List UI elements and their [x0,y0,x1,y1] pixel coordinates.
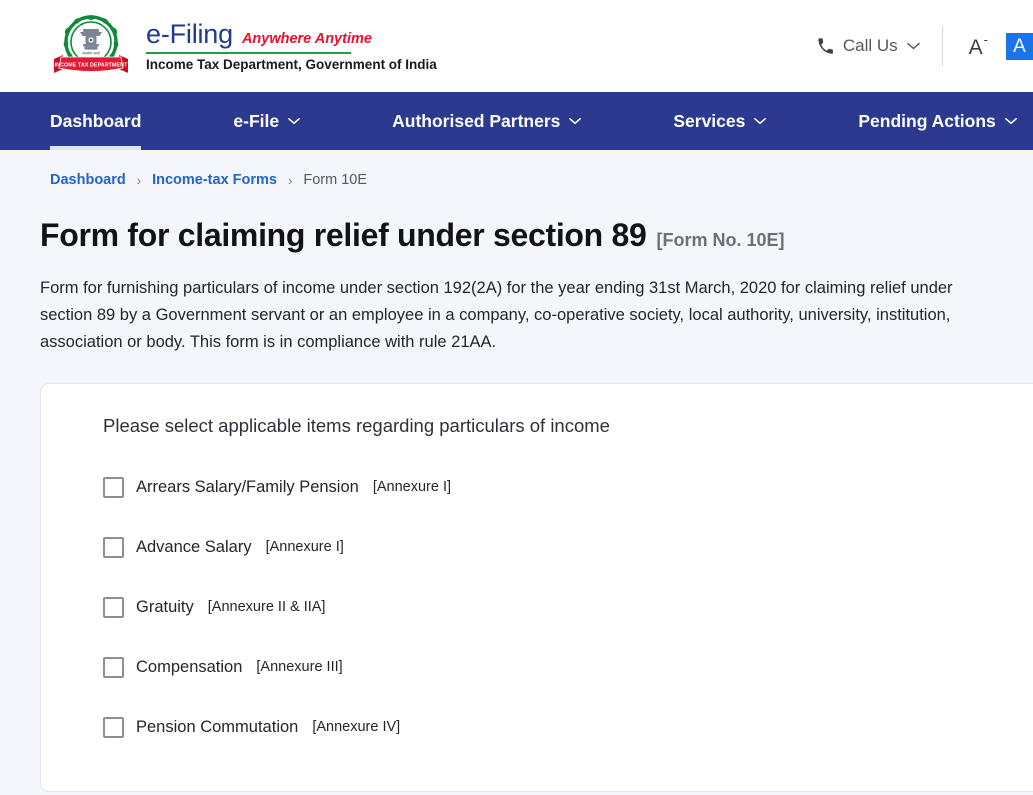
checkbox-annexure: [Annexure III] [256,659,343,676]
svg-text:सत्यमेव जयते: सत्यमेव जयते [82,51,101,56]
header-utility-bar: Call Us A- A [817,0,1033,92]
font-decrease-button[interactable]: A- [969,33,990,58]
brand-divider [146,51,351,55]
breadcrumb: Dashboard › Income-tax Forms › Form 10E [0,150,1033,188]
checkbox-label: Advance Salary [136,537,252,556]
checkbox-annexure: [Annexure I] [265,539,344,556]
chevron-down-icon [1004,117,1017,125]
phone-icon [817,37,834,55]
chevron-down-icon [288,117,301,125]
checkbox-gratuity[interactable] [103,596,124,618]
page-content: Form for claiming relief under section 8… [0,188,1033,795]
call-us-menu[interactable]: Call Us [817,36,942,56]
checkbox-annexure: [Annexure II & IIA] [207,599,326,616]
nav-item-authorised-partners[interactable]: Authorised Partners [392,92,582,150]
checkbox-row-arrears-salary-family-pension[interactable]: Arrears Salary/Family Pension [Annexure I… [103,457,1033,517]
checkbox-compensation[interactable] [103,656,124,678]
checkbox-row-pension-commutation[interactable]: Pension Commutation [Annexure IV] [103,697,1033,757]
font-size-controls: A- A [943,32,1033,60]
nav-item-dashboard[interactable]: Dashboard [50,92,142,150]
call-us-label: Call Us [842,36,898,55]
breadcrumb-separator: › [288,172,293,188]
nav-item-label: Authorised Partners [392,110,561,131]
brand-logo[interactable]: सत्यमेव जयते INCOME TAX DEPARTMENT e-Fil… [50,13,437,79]
chevron-down-icon [754,117,767,125]
checkbox-pension-commutation[interactable] [103,716,124,738]
svg-text:INCOME TAX DEPARTMENT: INCOME TAX DEPARTMENT [55,63,128,69]
main-navigation: Dashboard e-File Authorised Partners Servic… [0,92,1033,150]
checkbox-label: Pension Commutation [136,717,299,736]
site-header: सत्यमेव जयते INCOME TAX DEPARTMENT e-Fil… [0,0,1033,92]
card-heading: Please select applicable items regarding… [103,415,610,437]
page-description: Form for furnishing particulars of incom… [40,279,953,351]
chevron-down-icon [906,42,920,50]
checkbox-label: Arrears Salary/Family Pension [136,477,359,496]
brand-text: e-Filing Anywhere Anytime Income Tax Dep… [146,19,437,73]
checkbox-row-advance-salary[interactable]: Advance Salary [Annexure I] [103,517,1033,577]
breadcrumb-item-income-tax-forms[interactable]: Income-tax Forms [152,172,277,188]
checkbox-label: Compensation [136,657,243,676]
checkbox-arrears-salary-family-pension[interactable] [103,476,124,498]
brand-department: Income Tax Department, Government of Ind… [146,57,437,73]
brand-title: e-Filing [146,18,233,49]
page-title: Form for claiming relief under section 8… [40,188,1033,253]
nav-item-pending-actions[interactable]: Pending Actions [858,92,1017,150]
page-title-text: Form for claiming relief under section 8… [40,217,647,253]
nav-item-label: Dashboard [50,110,142,131]
particulars-of-income-card: Please select applicable items regarding… [40,383,1033,793]
nav-item-e-file[interactable]: e-File [233,92,301,150]
nav-item-label: Pending Actions [858,110,996,131]
page-title-form-number: [Form No. 10E] [656,230,785,250]
checkbox-row-gratuity[interactable]: Gratuity [Annexure II & IIA] [103,577,1033,637]
breadcrumb-item-form-10e: Form 10E [303,172,368,188]
nav-item-services[interactable]: Services [673,92,767,150]
breadcrumb-separator: › [136,172,142,188]
checkbox-list: Arrears Salary/Family Pension [Annexure I… [72,457,1033,757]
checkbox-row-compensation[interactable]: Compensation [Annexure III] [103,637,1033,697]
checkbox-advance-salary[interactable] [103,536,124,558]
checkbox-annexure: [Annexure I] [372,479,452,496]
checkbox-annexure: [Annexure IV] [312,719,401,736]
checkbox-label: Gratuity [136,597,194,616]
nav-item-label: Services [673,110,746,131]
brand-tagline: Anywhere Anytime [241,30,372,47]
breadcrumb-item-dashboard[interactable]: Dashboard [50,172,126,188]
nav-item-label: e-File [233,110,280,131]
chevron-down-icon [569,117,582,125]
income-tax-department-emblem-icon: सत्यमेव जयते INCOME TAX DEPARTMENT [50,13,132,79]
font-increase-button[interactable]: A [1006,32,1033,60]
